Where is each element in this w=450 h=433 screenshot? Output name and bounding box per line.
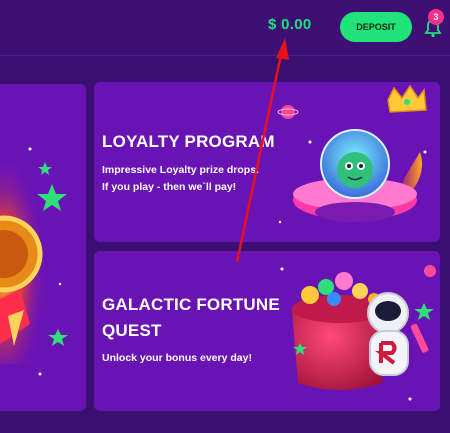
astronaut-gift-bag-illustration	[280, 265, 436, 401]
top-bar: $ 0.00 DEPOSIT 3	[0, 0, 450, 56]
ufo-alien-illustration	[277, 84, 427, 224]
promo-card-partial[interactable]	[0, 84, 86, 411]
loyalty-description-line1: Impressive Loyalty prize drops.	[102, 164, 259, 176]
deposit-button[interactable]: DEPOSIT	[340, 12, 412, 42]
promo-card-loyalty[interactable]: LOYALTY PROGRAM Impressive Loyalty prize…	[94, 82, 440, 242]
promo-card-galactic-quest[interactable]: GALACTIC FORTUNE QUEST Unlock your bonus…	[94, 251, 440, 411]
balance-display[interactable]: $ 0.00	[268, 16, 312, 33]
quest-title-line2: QUEST	[102, 321, 162, 340]
slot-machine-illustration	[0, 147, 68, 376]
quest-title-line1: GALACTIC FORTUNE	[102, 295, 280, 314]
notification-badge: 3	[428, 9, 444, 25]
quest-description: Unlock your bonus every day!	[102, 352, 252, 364]
loyalty-title: LOYALTY PROGRAM	[102, 132, 275, 151]
loyalty-description-line2: If you play - then we`ll pay!	[102, 181, 237, 193]
